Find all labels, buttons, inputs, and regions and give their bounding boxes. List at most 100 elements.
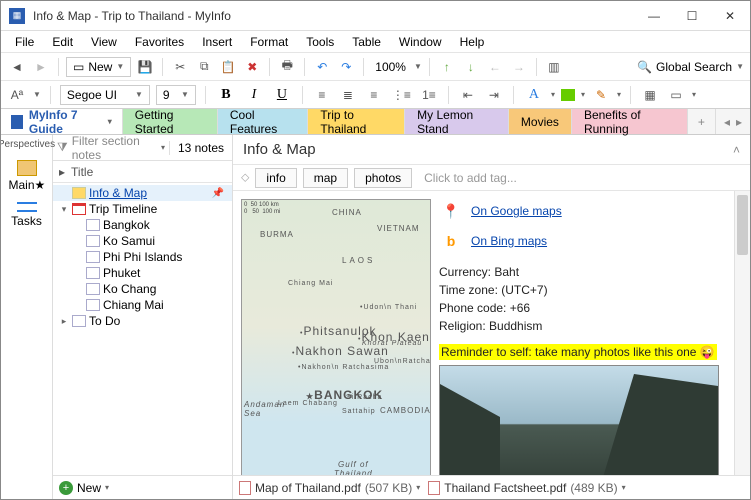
undo-icon[interactable]: ↶ bbox=[312, 57, 332, 77]
menu-table[interactable]: Table bbox=[344, 33, 389, 51]
folder-r-icon bbox=[72, 203, 86, 215]
tab-getting-started[interactable]: Getting Started bbox=[123, 109, 218, 134]
tab-trip-to-thailand[interactable]: Trip to Thailand bbox=[308, 109, 405, 134]
tree-node-label: Ko Chang bbox=[103, 282, 156, 296]
align-right-icon[interactable]: ≡ bbox=[364, 85, 384, 105]
scrollbar-thumb[interactable] bbox=[737, 195, 748, 255]
attachment-item[interactable]: Thailand Factsheet.pdf (489 KB) ▾ bbox=[428, 481, 625, 495]
arrow-down-icon[interactable]: ↓ bbox=[461, 57, 481, 77]
maximize-button[interactable]: ☐ bbox=[680, 9, 704, 23]
cut-icon[interactable]: ✂ bbox=[170, 57, 190, 77]
collapse-icon[interactable]: ˄ bbox=[733, 143, 740, 157]
align-center-icon[interactable]: ≣ bbox=[338, 85, 358, 105]
list-icon bbox=[17, 202, 37, 212]
attachment-item[interactable]: Map of Thailand.pdf (507 KB) ▾ bbox=[239, 481, 420, 495]
menu-favorites[interactable]: Favorites bbox=[127, 33, 192, 51]
global-search[interactable]: 🔍 Global Search ▼ bbox=[637, 60, 744, 74]
tag-photos[interactable]: photos bbox=[354, 168, 412, 188]
paste-icon[interactable]: 📋 bbox=[218, 57, 238, 77]
forward-button[interactable]: ► bbox=[31, 57, 51, 77]
note-editor[interactable]: 0 50 100 km 0 50 100 mi CHINA BURMA VIET… bbox=[233, 191, 734, 475]
menu-window[interactable]: Window bbox=[391, 33, 450, 51]
grid-icon bbox=[17, 160, 37, 176]
tab-scroll-left-icon[interactable]: ◂ bbox=[724, 115, 730, 129]
tab-add[interactable]: + bbox=[688, 109, 716, 134]
table-icon[interactable]: ▦ bbox=[640, 85, 660, 105]
chevron-down-icon[interactable]: ▼ bbox=[414, 62, 422, 71]
guide-tab[interactable]: MyInfo 7 Guide ▾ bbox=[1, 109, 123, 134]
vertical-scrollbar[interactable] bbox=[734, 191, 750, 475]
tree-column-header[interactable]: ▸ Title bbox=[53, 161, 232, 183]
tab-benefits-of-running[interactable]: Benefits of Running bbox=[572, 109, 688, 134]
bullet-list-icon[interactable]: ⋮≡ bbox=[390, 85, 413, 105]
note-title: Info & Map bbox=[243, 141, 316, 158]
tree-node-label: Bangkok bbox=[103, 218, 150, 232]
close-button[interactable]: ✕ bbox=[718, 9, 742, 23]
back-button[interactable]: ◄ bbox=[7, 57, 27, 77]
marker-icon[interactable]: ✎ bbox=[591, 85, 611, 105]
new-button[interactable]: ▭ New ▼ bbox=[66, 57, 131, 77]
tag-map[interactable]: map bbox=[303, 168, 348, 188]
twisty-icon[interactable]: ▾ bbox=[59, 204, 69, 215]
menu-format[interactable]: Format bbox=[242, 33, 296, 51]
zoom-level[interactable]: 100% bbox=[371, 60, 410, 74]
filter-input[interactable]: ⧩ Filter section notes ▾ bbox=[53, 135, 169, 162]
tab-movies[interactable]: Movies bbox=[509, 109, 572, 134]
number-list-icon[interactable]: 1≡ bbox=[419, 85, 439, 105]
tree-node[interactable]: Ko Samui bbox=[53, 233, 232, 249]
arrow-right-icon[interactable]: → bbox=[509, 57, 529, 77]
font-color-button[interactable]: A bbox=[523, 85, 545, 105]
underline-button[interactable]: U bbox=[271, 85, 293, 105]
image-icon[interactable]: ▭ bbox=[666, 85, 686, 105]
tree-new-button[interactable]: + New ▾ bbox=[53, 475, 232, 499]
delete-icon[interactable]: ✖ bbox=[242, 57, 262, 77]
doc-icon bbox=[86, 267, 100, 279]
tree-node[interactable]: Info & Map📌 bbox=[53, 185, 232, 201]
tag-icon: ⬦ bbox=[241, 170, 249, 185]
tree-node[interactable]: Ko Chang bbox=[53, 281, 232, 297]
menu-view[interactable]: View bbox=[83, 33, 125, 51]
highlight-color-button[interactable] bbox=[561, 89, 575, 101]
indent-icon[interactable]: ⇥ bbox=[484, 85, 504, 105]
link-google-maps[interactable]: On Google maps bbox=[471, 204, 562, 218]
bold-button[interactable]: B bbox=[215, 85, 237, 105]
tree-node[interactable]: ▾Trip Timeline bbox=[53, 201, 232, 217]
arrow-up-icon[interactable]: ↑ bbox=[437, 57, 457, 77]
save-icon[interactable]: 💾 bbox=[135, 57, 155, 77]
italic-button[interactable]: I bbox=[243, 85, 265, 105]
print-icon[interactable]: 🖶 bbox=[277, 57, 297, 77]
add-tag-input[interactable]: Click to add tag... bbox=[418, 171, 517, 185]
menu-edit[interactable]: Edit bbox=[44, 33, 81, 51]
tree-node-label: Info & Map bbox=[89, 186, 147, 200]
font-select[interactable]: Segoe UI▼ bbox=[60, 85, 150, 105]
tab-my-lemon-stand[interactable]: My Lemon Stand bbox=[405, 109, 509, 134]
perspective-tasks[interactable]: Tasks bbox=[9, 202, 45, 228]
align-left-icon[interactable]: ≡ bbox=[312, 85, 332, 105]
font-size-select[interactable]: 9▼ bbox=[156, 85, 196, 105]
window-layout-icon[interactable]: ▥ bbox=[544, 57, 564, 77]
tree-node[interactable]: ▸To Do bbox=[53, 313, 232, 329]
perspectives-label: Perspectives bbox=[1, 139, 55, 150]
perspective-main[interactable]: Main★ bbox=[9, 160, 45, 192]
tree-node[interactable]: Chiang Mai bbox=[53, 297, 232, 313]
format-toolbar: Aª ▼ Segoe UI▼ 9▼ B I U ≡ ≣ ≡ ⋮≡ 1≡ ⇤ ⇥ … bbox=[1, 81, 750, 109]
minimize-button[interactable]: ― bbox=[642, 9, 666, 23]
outdent-icon[interactable]: ⇤ bbox=[458, 85, 478, 105]
twisty-icon[interactable]: ▸ bbox=[59, 316, 69, 327]
copy-icon[interactable]: ⧉ bbox=[194, 57, 214, 77]
tab-cool-features[interactable]: Cool Features bbox=[218, 109, 308, 134]
tag-info[interactable]: info bbox=[255, 168, 296, 188]
tree-node[interactable]: Phuket bbox=[53, 265, 232, 281]
style-icon[interactable]: Aª bbox=[7, 85, 27, 105]
tab-scroll-right-icon[interactable]: ▸ bbox=[736, 115, 742, 129]
menu-tools[interactable]: Tools bbox=[298, 33, 342, 51]
tree-node[interactable]: Phi Phi Islands bbox=[53, 249, 232, 265]
redo-icon[interactable]: ↷ bbox=[336, 57, 356, 77]
pdf-icon bbox=[239, 481, 251, 495]
menu-insert[interactable]: Insert bbox=[194, 33, 240, 51]
tree-node[interactable]: Bangkok bbox=[53, 217, 232, 233]
menu-file[interactable]: File bbox=[7, 33, 42, 51]
arrow-left-icon[interactable]: ← bbox=[485, 57, 505, 77]
link-bing-maps[interactable]: On Bing maps bbox=[471, 234, 547, 248]
menu-help[interactable]: Help bbox=[452, 33, 493, 51]
